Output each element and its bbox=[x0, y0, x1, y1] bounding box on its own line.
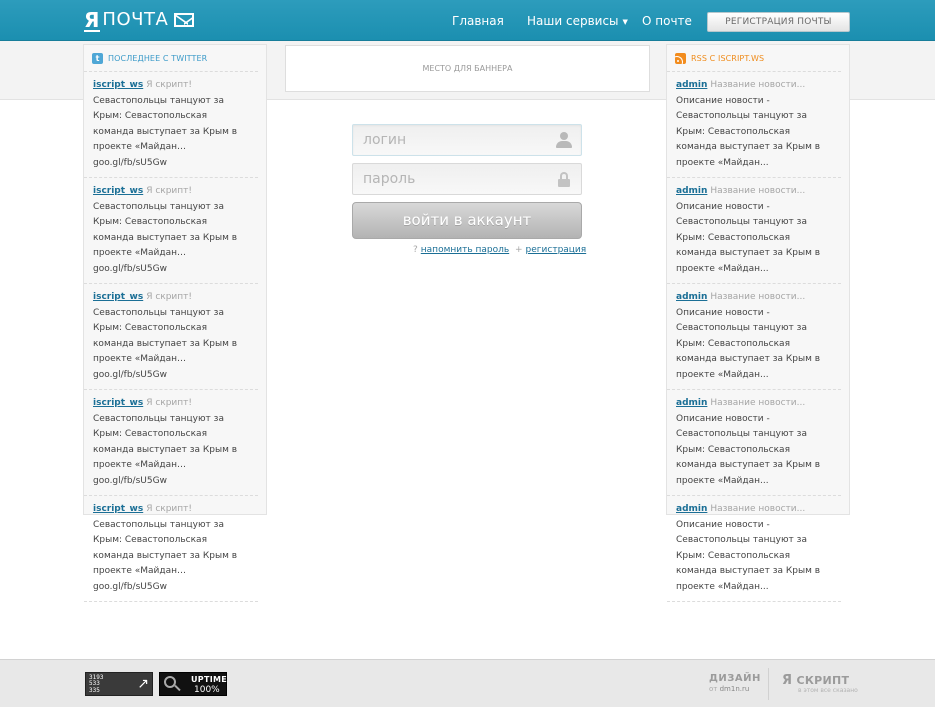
tweet-author-link[interactable]: iscript_ws bbox=[93, 504, 143, 514]
login-submit-button[interactable]: войти в аккаунт bbox=[352, 202, 582, 239]
question-icon: ? bbox=[413, 245, 418, 255]
remind-password: ? напомнить пароль bbox=[413, 245, 509, 255]
design-credit-title: ДИЗАЙН bbox=[709, 673, 761, 684]
news-author-link[interactable]: admin bbox=[676, 398, 707, 408]
design-credit-site: dm1n.ru bbox=[719, 685, 750, 693]
remind-password-link[interactable]: напомнить пароль bbox=[421, 245, 509, 255]
design-credit-prefix: от bbox=[709, 685, 718, 693]
news-author-link[interactable]: admin bbox=[676, 80, 707, 90]
nav-item-services[interactable]: Наши сервисы ▼ bbox=[527, 14, 628, 28]
rss-panel-header: rss с iscript.ws bbox=[667, 45, 841, 72]
nav-item-home[interactable]: Главная bbox=[452, 14, 504, 28]
twitter-panel: t последнее с twitter iscript_ws Я скрипт… bbox=[83, 44, 267, 602]
tweet-meta: Я скрипт! bbox=[146, 292, 193, 302]
list-item: iscript_ws Я скрипт! Севастопольцы танцую… bbox=[84, 390, 258, 496]
password-input[interactable] bbox=[363, 164, 553, 194]
list-item: iscript_ws Я скрипт! Севастопольцы танцую… bbox=[84, 72, 258, 178]
nav-item-label: Главная bbox=[452, 14, 504, 28]
twitter-panel-title: последнее с twitter bbox=[108, 53, 208, 63]
script-credit-ya: Я bbox=[782, 673, 793, 688]
uptime-badge[interactable]: UPTIME 100% bbox=[159, 672, 227, 696]
twitter-icon: t bbox=[92, 52, 103, 64]
tweet-author-link[interactable]: iscript_ws bbox=[93, 186, 143, 196]
login-field bbox=[352, 124, 582, 156]
login-input[interactable] bbox=[363, 125, 553, 155]
tweet-meta: Я скрипт! bbox=[146, 80, 193, 90]
script-credit-word: СКРИПТ bbox=[796, 674, 850, 687]
news-author-link[interactable]: admin bbox=[676, 504, 707, 514]
visitor-counter[interactable]: 3193 533 335 ↗ bbox=[85, 672, 153, 696]
footer-divider bbox=[768, 668, 769, 700]
user-icon bbox=[556, 132, 572, 148]
register-mail-button[interactable]: регистрация почты bbox=[707, 12, 850, 32]
script-credit-sub: в этом все сказано bbox=[798, 687, 858, 694]
news-title[interactable]: Название новости... bbox=[710, 186, 805, 196]
tweet-author-link[interactable]: iscript_ws bbox=[93, 292, 143, 302]
news-author-link[interactable]: admin bbox=[676, 292, 707, 302]
news-text: Описание новости - Севастопольцы танцуют… bbox=[676, 413, 821, 486]
footer: 3193 533 335 ↗ UPTIME 100% ДИЗАЙН от dm1… bbox=[0, 659, 935, 707]
register-link[interactable]: регистрация bbox=[526, 245, 587, 255]
list-item: admin Название новости... Описание новост… bbox=[667, 72, 841, 178]
uptime-label: UPTIME bbox=[191, 675, 228, 684]
news-text: Описание новости - Севастопольцы танцуют… bbox=[676, 95, 821, 168]
plus-icon: + bbox=[515, 245, 523, 255]
design-credit[interactable]: ДИЗАЙН от dm1n.ru bbox=[709, 673, 771, 693]
list-item: admin Название новости... Описание новост… bbox=[667, 284, 841, 390]
password-field bbox=[352, 163, 582, 195]
tweet-meta: Я скрипт! bbox=[146, 504, 193, 514]
nav-item-label: Наши сервисы bbox=[527, 14, 619, 28]
news-title[interactable]: Название новости... bbox=[710, 504, 805, 514]
logo-underline bbox=[84, 30, 100, 32]
news-text: Описание новости - Севастопольцы танцуют… bbox=[676, 307, 821, 380]
tweet-text: Севастопольцы танцуют за Крым: Севастопо… bbox=[93, 201, 238, 274]
banner-placeholder: место для баннера bbox=[285, 45, 650, 92]
news-author-link[interactable]: admin bbox=[676, 186, 707, 196]
tweet-text: Севастопольцы танцуют за Крым: Севастопо… bbox=[93, 413, 238, 486]
tweet-author-link[interactable]: iscript_ws bbox=[93, 398, 143, 408]
script-credit[interactable]: Я СКРИПТ в этом все сказано bbox=[782, 673, 858, 694]
twitter-panel-header: t последнее с twitter bbox=[84, 45, 258, 72]
tweet-meta: Я скрипт! bbox=[146, 186, 193, 196]
magnifier-icon bbox=[164, 676, 176, 688]
tweet-text: Севастопольцы танцуют за Крым: Севастопо… bbox=[93, 307, 238, 380]
chevron-down-icon: ▼ bbox=[622, 18, 628, 26]
tweet-text: Севастопольцы танцуют за Крым: Севастопо… bbox=[93, 519, 238, 592]
rss-panel-title: rss с iscript.ws bbox=[691, 53, 765, 63]
envelope-icon bbox=[174, 13, 195, 27]
list-item: admin Название новости... Описание новост… bbox=[667, 496, 841, 602]
tweet-text: Севастопольцы танцуют за Крым: Севастопо… bbox=[93, 95, 238, 168]
news-title[interactable]: Название новости... bbox=[710, 398, 805, 408]
list-item: iscript_ws Я скрипт! Севастопольцы танцую… bbox=[84, 284, 258, 390]
rss-panel: rss с iscript.ws admin Название новости..… bbox=[666, 44, 850, 602]
nav-item-about[interactable]: О почте bbox=[642, 14, 692, 28]
news-text: Описание новости - Севастопольцы танцуют… bbox=[676, 201, 821, 274]
logo[interactable]: Я ПОЧТА bbox=[84, 7, 195, 33]
tweet-meta: Я скрипт! bbox=[146, 398, 193, 408]
list-item: iscript_ws Я скрипт! Севастопольцы танцую… bbox=[84, 496, 258, 602]
logo-text: ПОЧТА bbox=[102, 9, 169, 30]
arrow-up-right-icon: ↗ bbox=[137, 676, 149, 692]
counter-line: 335 bbox=[89, 686, 100, 694]
design-credit-sub: от dm1n.ru bbox=[709, 685, 771, 693]
news-title[interactable]: Название новости... bbox=[710, 80, 805, 90]
uptime-value: 100% bbox=[194, 685, 220, 695]
header: Я ПОЧТА Главная Наши сервисы ▼ О почте ре… bbox=[0, 0, 935, 41]
nav-item-label: О почте bbox=[642, 14, 692, 28]
rss-icon bbox=[675, 52, 686, 64]
list-item: iscript_ws Я скрипт! Севастопольцы танцую… bbox=[84, 178, 258, 284]
list-item: admin Название новости... Описание новост… bbox=[667, 178, 841, 284]
news-title[interactable]: Название новости... bbox=[710, 292, 805, 302]
tweet-author-link[interactable]: iscript_ws bbox=[93, 80, 143, 90]
script-credit-title: Я СКРИПТ bbox=[782, 673, 858, 688]
register: + регистрация bbox=[515, 245, 586, 255]
lock-icon bbox=[558, 172, 570, 187]
visitor-counter-numbers: 3193 533 335 bbox=[89, 674, 119, 694]
list-item: admin Название новости... Описание новост… bbox=[667, 390, 841, 496]
news-text: Описание новости - Севастопольцы танцуют… bbox=[676, 519, 821, 592]
